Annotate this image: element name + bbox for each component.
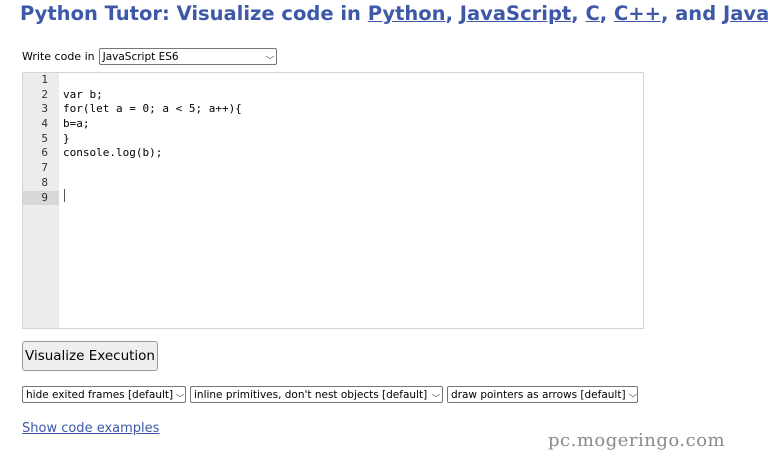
pointers-option-value: draw pointers as arrows [default]	[451, 388, 626, 401]
line-number: 6	[41, 146, 48, 160]
code-line[interactable]	[63, 161, 643, 176]
python-link[interactable]: Python	[368, 2, 446, 25]
frames-option-value: hide exited frames [default]	[26, 388, 174, 401]
primitives-option-value: inline primitives, don't nest objects [d…	[194, 388, 428, 401]
primitives-option-select[interactable]: inline primitives, don't nest objects [d…	[190, 386, 443, 403]
java-link[interactable]: Java	[723, 2, 768, 25]
chevron-down-icon: ⌵	[628, 389, 637, 399]
chevron-down-icon: ⌵	[265, 51, 274, 61]
line-number: 4	[41, 117, 48, 131]
line-number: 2	[41, 87, 48, 101]
watermark: pc.mogeringo.com	[548, 430, 726, 451]
code-line[interactable]: console.log(b);	[63, 146, 643, 161]
title-prefix: Python Tutor: Visualize code in	[20, 2, 368, 25]
code-line[interactable]	[63, 176, 643, 191]
code-line[interactable]: b=a;	[63, 117, 643, 132]
language-selected-value: JavaScript ES6	[102, 50, 179, 63]
line-number: 3	[41, 102, 48, 116]
title-separator: ,	[571, 2, 586, 25]
title-and: , and	[660, 2, 723, 25]
show-code-examples-link[interactable]: Show code examples	[22, 421, 159, 436]
cpp-link[interactable]: C++	[614, 2, 661, 25]
title-separator: ,	[445, 2, 460, 25]
line-number-active: 9	[23, 190, 59, 206]
line-number: 1	[41, 73, 48, 86]
chevron-down-icon: ⌵	[175, 389, 185, 399]
title-separator: ,	[599, 2, 614, 25]
c-link[interactable]: C	[585, 2, 599, 25]
code-line[interactable]: var b;	[63, 88, 643, 103]
line-number: 8	[41, 175, 48, 189]
line-number: 7	[41, 161, 48, 175]
frames-option-select[interactable]: hide exited frames [default] ⌵	[22, 386, 186, 403]
visualize-execution-button[interactable]: Visualize Execution	[22, 341, 158, 371]
python-tutor-page: Python Tutor: Visualize code in Python , …	[0, 0, 768, 466]
pointers-option-select[interactable]: draw pointers as arrows [default] ⌵	[447, 386, 638, 403]
chevron-down-icon: ⌵	[431, 389, 441, 399]
javascript-link[interactable]: JavaScript	[460, 2, 571, 25]
code-area[interactable]: var b; for(let a = 0; a < 5; a++){ b=a; …	[63, 73, 643, 205]
text-cursor	[64, 189, 65, 202]
code-line[interactable]: for(let a = 0; a < 5; a++){	[63, 102, 643, 117]
code-line[interactable]: }	[63, 132, 643, 147]
language-select[interactable]: JavaScript ES6 ⌵	[98, 48, 277, 65]
page-title: Python Tutor: Visualize code in Python , …	[20, 2, 768, 25]
line-number-gutter: 1 2 3 4 5 6 7 8 9	[23, 73, 59, 328]
line-number: 5	[41, 131, 48, 145]
language-row: Write code in JavaScript ES6 ⌵	[22, 48, 277, 65]
code-line[interactable]	[63, 73, 643, 88]
code-line[interactable]	[63, 191, 643, 206]
code-editor[interactable]: 1 2 3 4 5 6 7 8 9 var b; for(let a = 0; …	[22, 72, 644, 329]
language-label: Write code in	[22, 50, 95, 63]
options-row: hide exited frames [default] ⌵ inline pr…	[22, 386, 638, 403]
